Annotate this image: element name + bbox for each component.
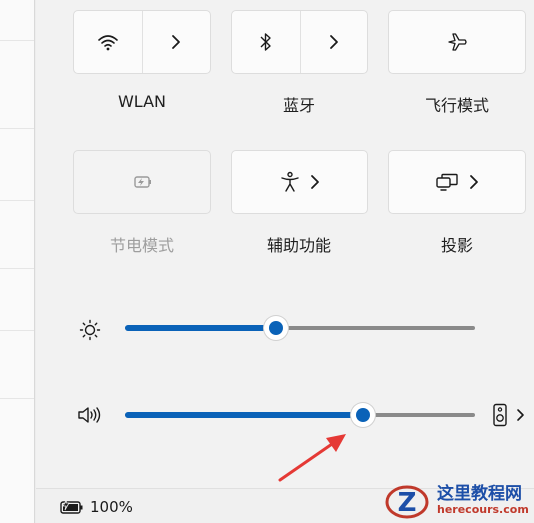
cast-icon: [436, 173, 458, 191]
wlan-expand-button[interactable]: [143, 11, 211, 73]
watermark-logo-letter: Z: [398, 488, 417, 518]
background-window: [0, 0, 35, 523]
wifi-icon: [97, 35, 118, 51]
brightness-slider[interactable]: [125, 316, 475, 340]
watermark-logo-icon: Z: [385, 485, 429, 518]
chevron-right-icon: [310, 175, 319, 189]
volume-fill: [125, 412, 363, 418]
watermark: Z 这里教程网 herecours.com: [385, 478, 534, 523]
airplane-mode-label: 飞行模式: [424, 96, 489, 115]
quick-settings-screenshot: WLAN 蓝牙 飞行模式 节电模式 辅助功能 投影 100% Z 这里教程网 h…: [0, 0, 534, 523]
battery-saver-label: 节电模式: [109, 236, 174, 255]
quick-settings-panel: WLAN 蓝牙 飞行模式 节电模式 辅助功能 投影: [36, 0, 534, 523]
battery-saver-tile[interactable]: [73, 150, 211, 214]
accessibility-tile[interactable]: [231, 150, 368, 214]
bluetooth-tile[interactable]: [231, 10, 368, 74]
chevron-right-icon: [329, 35, 338, 49]
battery-status[interactable]: 100%: [60, 498, 133, 516]
wlan-toggle[interactable]: [74, 11, 142, 73]
battery-saver-icon: [134, 176, 151, 188]
volume-slider[interactable]: [125, 403, 475, 427]
brightness-icon: [79, 319, 101, 341]
chevron-right-icon: [172, 35, 181, 49]
airplane-icon: [448, 33, 467, 51]
chevron-right-icon: [517, 409, 524, 421]
battery-charging-icon: [60, 499, 83, 514]
speaker-icon: [78, 407, 101, 423]
wlan-tile[interactable]: [73, 10, 211, 74]
audio-output-button[interactable]: [492, 403, 525, 427]
cast-label: 投影: [440, 236, 473, 255]
battery-percentage: 100%: [90, 498, 133, 516]
audio-output-icon: [493, 403, 507, 427]
watermark-url: herecours.com: [437, 502, 529, 516]
watermark-title: 这里教程网: [437, 484, 522, 505]
brightness-fill: [125, 325, 276, 331]
wlan-label: WLAN: [117, 92, 166, 111]
bluetooth-icon: [260, 33, 271, 51]
bluetooth-expand-button[interactable]: [301, 11, 368, 73]
bluetooth-label: 蓝牙: [282, 96, 315, 115]
annotation-arrow-icon: [278, 434, 346, 482]
airplane-mode-tile[interactable]: [388, 10, 526, 74]
chevron-right-icon: [470, 175, 478, 189]
bluetooth-toggle[interactable]: [232, 11, 300, 73]
accessibility-label: 辅助功能: [266, 236, 331, 255]
brightness-thumb[interactable]: [264, 316, 288, 340]
accessibility-icon: [280, 171, 299, 192]
cast-tile[interactable]: [388, 150, 526, 214]
volume-thumb[interactable]: [351, 403, 375, 427]
